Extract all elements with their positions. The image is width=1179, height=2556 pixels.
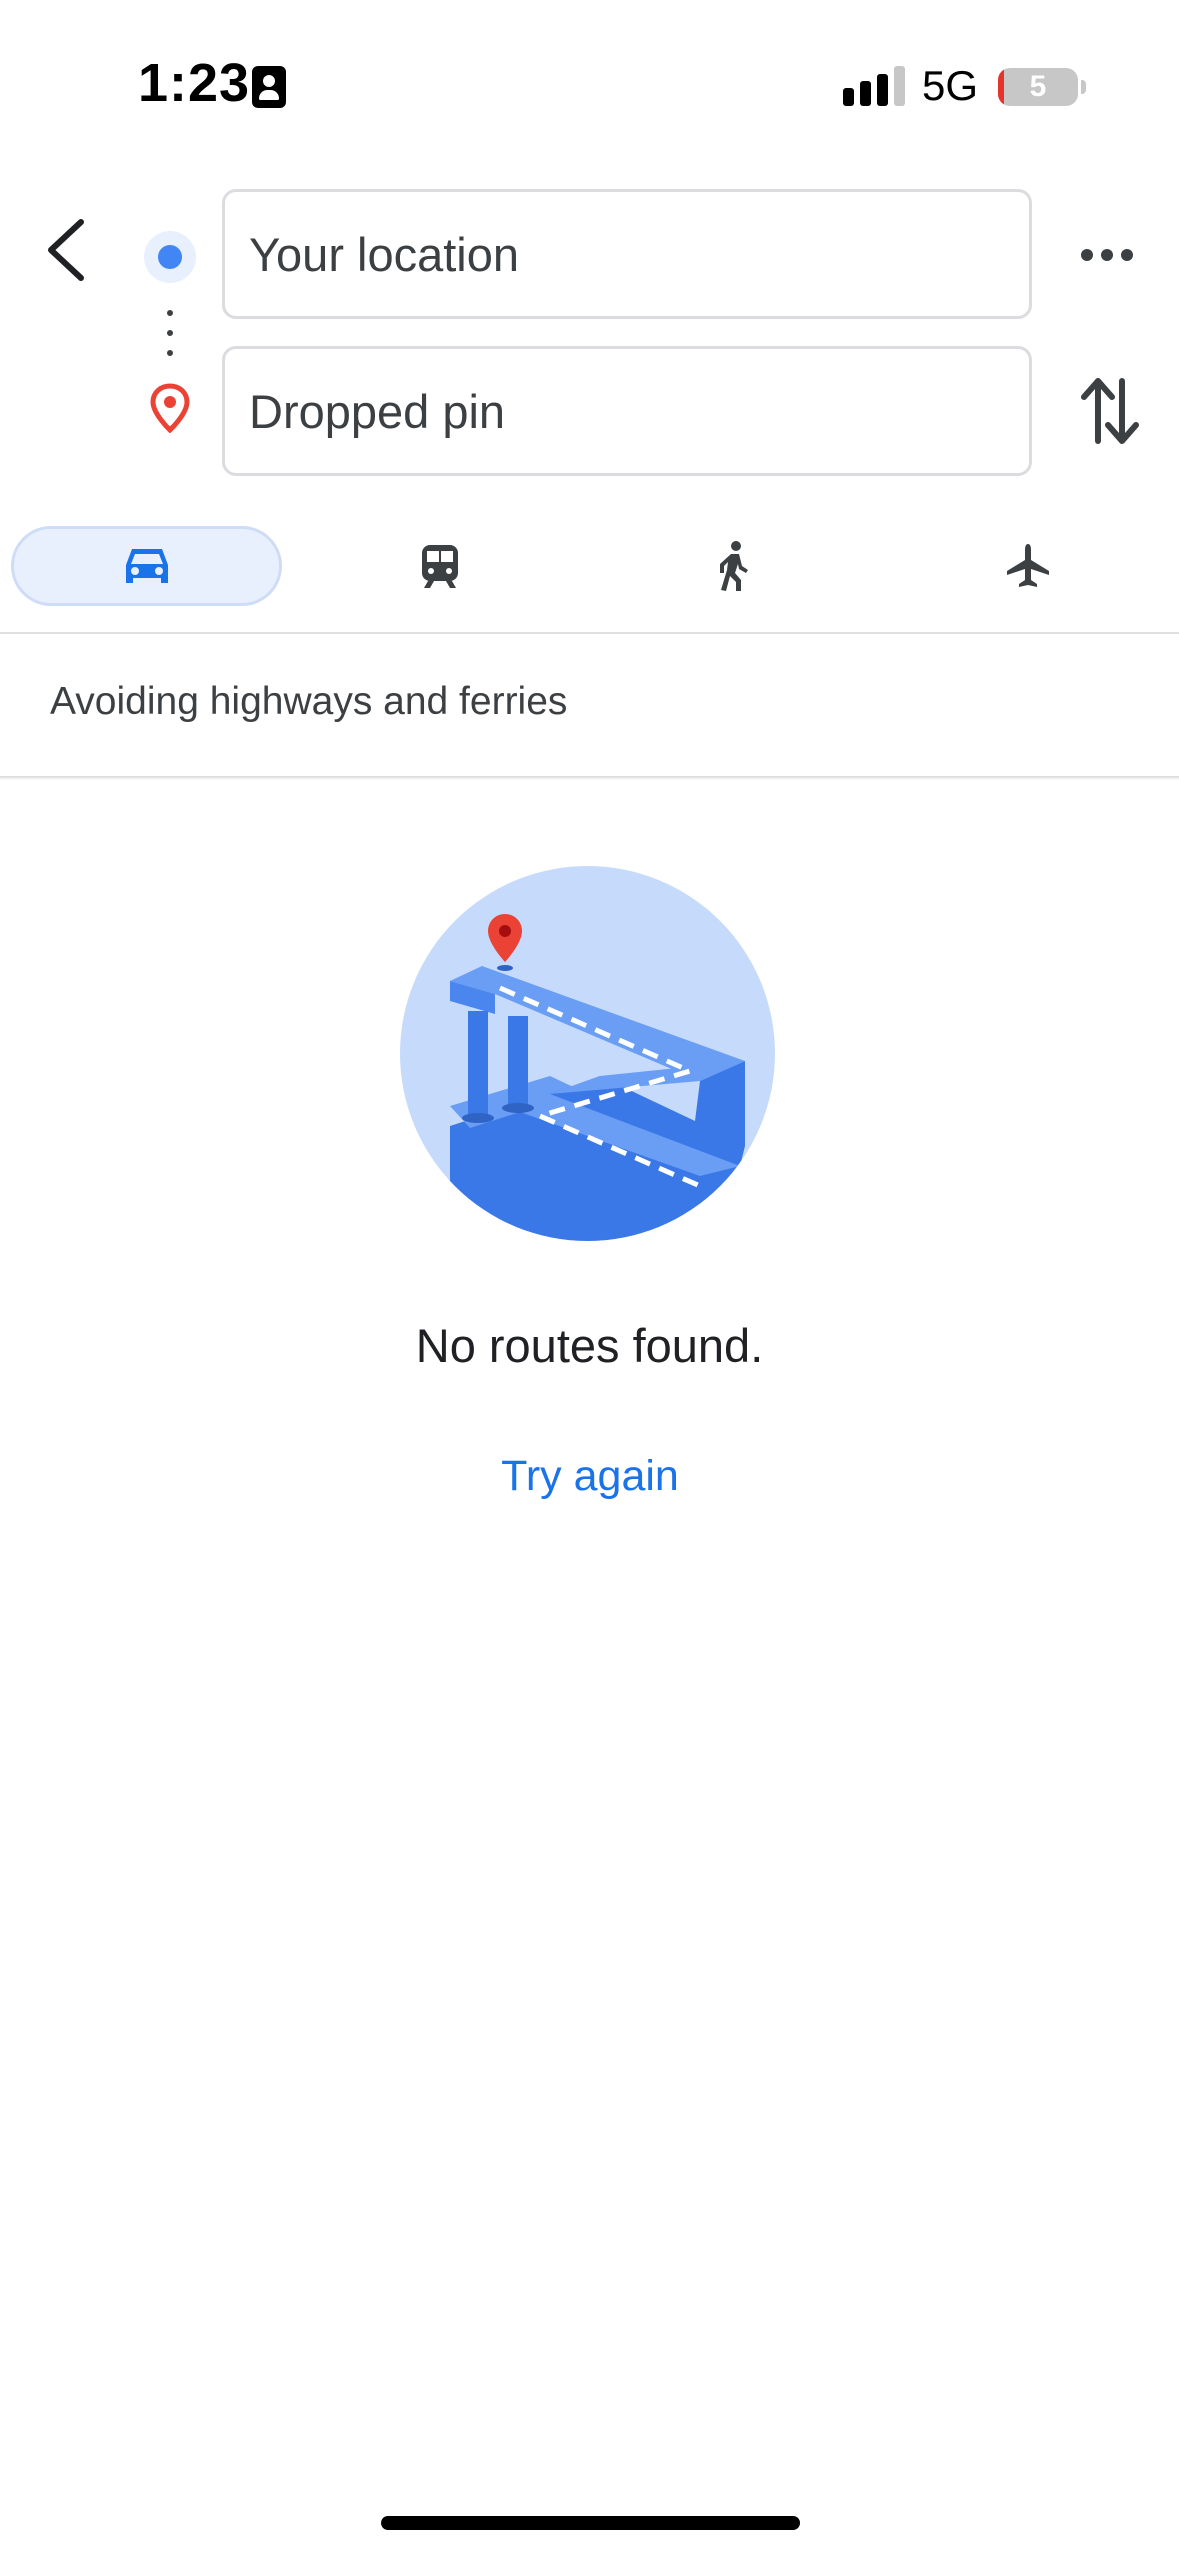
car-icon [125, 549, 168, 583]
try-again-button[interactable]: Try again [440, 1452, 740, 1501]
swap-directions-icon[interactable] [1080, 375, 1140, 447]
destination-field-text: Dropped pin [249, 384, 506, 438]
destination-field[interactable]: Dropped pin [222, 346, 1032, 476]
battery-cap [1081, 80, 1086, 94]
train-icon [422, 545, 458, 588]
directions-screen: 1:23 5G 5 Your location Dropped pin Avoi… [0, 0, 1179, 2556]
status-time: 1:23 [138, 53, 251, 113]
destination-pin-icon [150, 383, 190, 433]
origin-field-text: Your location [249, 227, 520, 281]
no-routes-illustration [400, 866, 775, 1241]
mode-walk-tab[interactable] [634, 526, 834, 606]
no-routes-message: No routes found. [415, 1319, 764, 1372]
route-options-notice[interactable]: Avoiding highways and ferries [50, 680, 567, 724]
origin-field[interactable]: Your location [222, 189, 1032, 319]
signal-icon [843, 66, 905, 106]
origin-dot-icon [144, 231, 196, 283]
flight-icon [1007, 544, 1049, 587]
mode-divider [0, 632, 1179, 634]
more-options-button[interactable] [1075, 225, 1139, 285]
walk-icon [720, 541, 748, 591]
mode-flight-tab[interactable] [928, 526, 1128, 606]
home-indicator[interactable] [381, 2516, 800, 2530]
contact-card-icon [252, 66, 286, 108]
battery-level: 5 [1029, 70, 1047, 103]
mode-drive-tab[interactable] [11, 526, 282, 606]
more-horizontal-icon [1081, 249, 1133, 261]
back-button[interactable] [30, 200, 100, 300]
route-connector-dots [167, 310, 173, 360]
chevron-left-icon [48, 219, 84, 281]
battery-icon: 5 [998, 68, 1078, 106]
section-divider [0, 776, 1179, 780]
mode-transit-tab[interactable] [340, 526, 540, 606]
network-label: 5G [922, 62, 979, 109]
